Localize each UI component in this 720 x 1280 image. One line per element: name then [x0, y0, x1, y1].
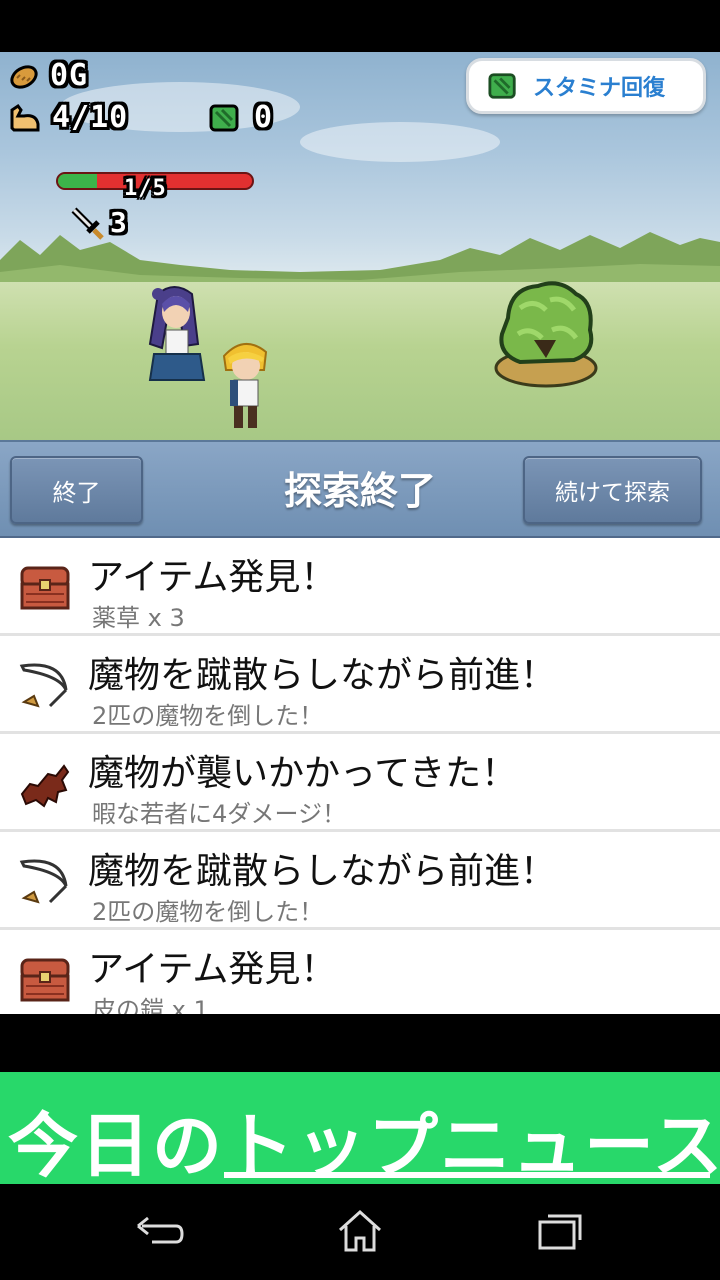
- gem-value: 0: [254, 100, 274, 135]
- stamina-counter: 4/10: [8, 100, 128, 135]
- log-title: アイテム発見！: [88, 557, 337, 598]
- gem-counter: 0: [208, 100, 273, 135]
- log-subtitle: 皮の鎧 x 1: [92, 996, 209, 1014]
- status-bar: [0, 0, 720, 52]
- hp-value: 1/5: [124, 176, 167, 201]
- grass-field: [0, 282, 720, 440]
- sword-slash-icon: [16, 852, 74, 910]
- log-subtitle: 暇な若者に4ダメージ！: [92, 800, 347, 828]
- ad-banner[interactable]: 今日のトップニュース: [0, 1072, 720, 1184]
- cloud: [300, 122, 500, 162]
- log-title: 魔物を蹴散らしながら前進！: [88, 851, 557, 892]
- log-item: アイテム発見！ 薬草 x 3: [0, 538, 720, 636]
- stamina-recover-label: スタミナ回復: [533, 76, 666, 101]
- hero-sprite: [222, 343, 268, 428]
- bread-icon: [10, 64, 38, 89]
- home-icon[interactable]: [330, 1202, 390, 1262]
- gold-value: 0G: [50, 58, 89, 93]
- spacer: [0, 1014, 720, 1072]
- log-title: アイテム発見！: [88, 949, 337, 990]
- event-log-list: アイテム発見！ 薬草 x 3 魔物を蹴散らしながら前進！ 2匹の魔物を倒した！ …: [0, 538, 720, 1014]
- log-item: 魔物を蹴散らしながら前進！ 2匹の魔物を倒した！: [0, 636, 720, 734]
- log-item: 魔物が襲いかかってきた！ 暇な若者に4ダメージ！: [0, 734, 720, 832]
- sword-icon: [71, 207, 104, 240]
- treasure-chest-icon: [16, 950, 74, 1008]
- green-gem-icon: [209, 104, 239, 131]
- ad-text: 今日のトップニュース: [8, 1105, 720, 1184]
- exploration-title: 探索終了: [283, 469, 436, 513]
- plant-monster-sprite: [494, 281, 598, 388]
- action-bar: 終了 探索終了 続けて探索: [0, 440, 720, 538]
- attack-value: 3: [110, 205, 128, 239]
- continue-explore-button[interactable]: 続けて探索: [523, 456, 702, 524]
- log-subtitle: 薬草 x 3: [92, 604, 185, 632]
- back-icon[interactable]: [130, 1202, 190, 1262]
- app-screen: 0G 4/10 0 スタミナ回復 1/5 3 終了 探索終了 続けて探索 アイテ…: [0, 0, 720, 1280]
- muscle-arm-icon: [10, 103, 40, 131]
- attack-counter: 3: [70, 204, 128, 240]
- stamina-recover-button[interactable]: スタミナ回復: [466, 58, 706, 114]
- log-item: 魔物を蹴散らしながら前進！ 2匹の魔物を倒した！: [0, 832, 720, 930]
- log-title: 魔物を蹴散らしながら前進！: [88, 655, 557, 696]
- hp-fill: [58, 174, 97, 188]
- end-button[interactable]: 終了: [10, 456, 143, 524]
- ad-underline: [224, 1172, 710, 1178]
- gold-counter: 0G: [8, 58, 88, 93]
- treasure-chest-icon: [16, 558, 74, 616]
- green-gem-icon: [488, 73, 516, 99]
- girl-ally-sprite: [148, 286, 206, 381]
- recents-icon[interactable]: [530, 1202, 590, 1262]
- log-title: 魔物が襲いかかってきた！: [88, 753, 518, 794]
- sword-slash-icon: [16, 656, 74, 714]
- android-nav-bar: [0, 1184, 720, 1280]
- log-subtitle: 2匹の魔物を倒した！: [92, 898, 324, 926]
- beast-icon: [16, 754, 74, 812]
- log-subtitle: 2匹の魔物を倒した！: [92, 702, 324, 730]
- stamina-value: 4/10: [52, 100, 129, 135]
- log-item: アイテム発見！ 皮の鎧 x 1: [0, 930, 720, 1014]
- battle-scene: 0G 4/10 0 スタミナ回復 1/5 3: [0, 52, 720, 440]
